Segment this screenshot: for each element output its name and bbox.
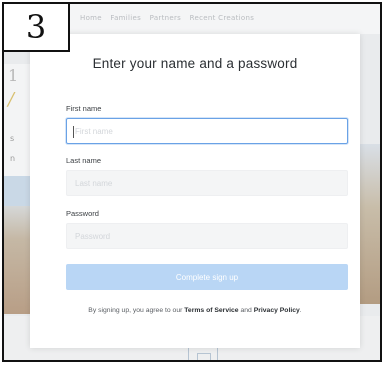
background-glyph: 1: [8, 66, 19, 85]
background-glyph: s: [10, 134, 15, 143]
background-nav-item: Families: [110, 14, 142, 22]
text-caret: [73, 126, 74, 138]
signup-modal: Enter your name and a password First nam…: [30, 34, 360, 348]
screenshot-frame: Home Families Partners Recent Creations …: [2, 2, 382, 362]
terms-prefix: By signing up, you agree to our: [88, 307, 185, 314]
complete-signup-button[interactable]: Complete sign up: [66, 264, 348, 290]
last-name-label: Last name: [66, 156, 102, 165]
background-glyph: /: [8, 89, 15, 110]
background-nav-item: Home: [80, 14, 102, 22]
privacy-policy-link[interactable]: Privacy Policy: [254, 307, 300, 314]
terms-text: By signing up, you agree to our Terms of…: [30, 307, 360, 314]
background-glyph: n: [10, 154, 16, 163]
password-input[interactable]: [66, 223, 348, 249]
background-ghost-icon: [188, 346, 218, 360]
background-nav-item: Recent Creations: [189, 14, 255, 22]
background-nav-item: Partners: [149, 14, 182, 22]
last-name-input[interactable]: [66, 170, 348, 196]
first-name-label: First name: [66, 104, 102, 113]
first-name-input[interactable]: [66, 118, 348, 144]
terms-suffix: .: [299, 307, 302, 314]
step-number-badge: 3: [2, 2, 70, 52]
background-nav: Home Families Partners Recent Creations: [80, 14, 260, 22]
modal-title: Enter your name and a password: [92, 56, 298, 71]
password-label: Password: [66, 209, 99, 218]
background-left-panel: 1 / s n: [4, 64, 30, 314]
terms-and: and: [238, 307, 254, 314]
terms-of-service-link[interactable]: Terms of Service: [184, 307, 238, 314]
background-stripe: [4, 176, 30, 206]
